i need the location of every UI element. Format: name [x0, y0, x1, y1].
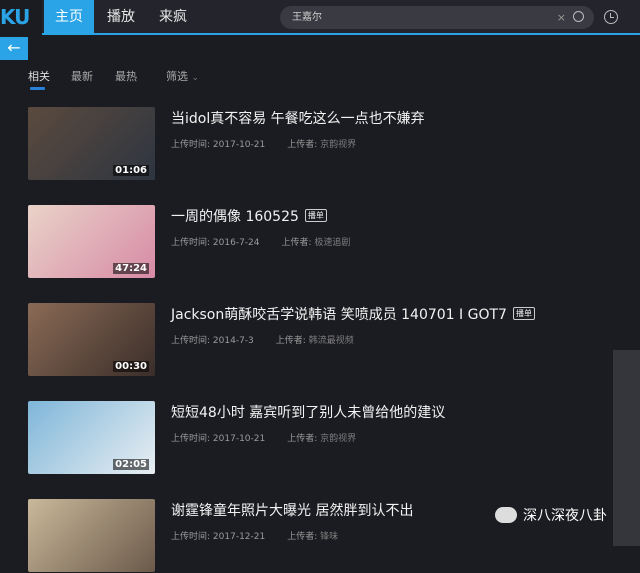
video-title[interactable]: 谢霆锋童年照片大曝光 居然胖到认不出	[171, 500, 413, 520]
history-clock-icon[interactable]	[604, 10, 618, 24]
video-title[interactable]: 一周的偶像 160525 播单	[171, 206, 327, 226]
tab-relevant[interactable]: 相关	[28, 68, 50, 84]
upload-date: 2017-10-21	[212, 434, 266, 444]
uploader-name[interactable]: 京韵视界	[320, 140, 356, 150]
search-value: 王嘉尔	[292, 12, 322, 23]
upload-date: 2017-10-21	[212, 140, 266, 150]
uploader-label: 上传者:	[281, 238, 312, 248]
wechat-icon	[495, 507, 517, 523]
video-row[interactable]: 47:24 一周的偶像 160525 播单 上传时间: 2016-7-24 上传者:…	[28, 205, 608, 279]
upload-time-label: 上传时间:	[171, 238, 211, 248]
video-meta: 上传时间: 2017-10-21 上传者: 京韵视界	[171, 137, 356, 150]
top-bar: KU 主页 播放 来疯 王嘉尔 ×	[0, 0, 640, 35]
video-title[interactable]: Jackson萌酥咬舌学说韩语 笑喷成员 140701 I GOT7 播单	[171, 304, 535, 324]
watermark-text: 深八深夜八卦	[523, 508, 607, 524]
upload-time-label: 上传时间:	[171, 434, 211, 444]
uploader-name[interactable]: 锋味	[320, 532, 338, 542]
video-thumbnail[interactable]: 00:30	[28, 303, 155, 376]
nav-laifeng[interactable]: 来疯	[150, 0, 196, 35]
playlist-badge: 播单	[512, 307, 535, 320]
logo[interactable]: KU	[0, 0, 42, 35]
video-title[interactable]: 短短48小时 嘉宾听到了别人未曾给他的建议	[171, 402, 445, 422]
duration: 47:24	[113, 263, 149, 274]
title-text: 一周的偶像 160525	[171, 209, 299, 225]
chevron-down-icon: ⌄	[191, 73, 200, 83]
upload-time-label: 上传时间:	[171, 532, 211, 542]
back-button[interactable]: ←	[0, 37, 28, 60]
search-icon[interactable]	[573, 11, 584, 22]
video-thumbnail[interactable]: 47:24	[28, 205, 155, 278]
watermark: 深八深夜八卦	[495, 505, 607, 525]
video-meta: 上传时间: 2016-7-24 上传者: 极速追剧	[171, 235, 350, 248]
uploader-name[interactable]: 极速追剧	[314, 238, 350, 248]
uploader-label: 上传者:	[287, 532, 318, 542]
tab-newest[interactable]: 最新	[71, 68, 93, 84]
video-meta: 上传时间: 2014-7-3 上传者: 韩流最视频	[171, 333, 354, 346]
upload-date: 2017-12-21	[212, 532, 266, 542]
duration: 00:30	[113, 361, 149, 372]
uploader-label: 上传者:	[287, 434, 318, 444]
uploader-name[interactable]: 韩流最视频	[309, 336, 354, 346]
search-input[interactable]: 王嘉尔 ×	[280, 6, 594, 29]
title-text: 谢霆锋童年照片大曝光 居然胖到认不出	[171, 503, 414, 519]
title-text: Jackson萌酥咬舌学说韩语 笑喷成员 140701 I GOT7	[171, 307, 507, 323]
video-meta: 上传时间: 2017-10-21 上传者: 京韵视界	[171, 431, 356, 444]
video-row[interactable]: 00:30 Jackson萌酥咬舌学说韩语 笑喷成员 140701 I GOT7…	[28, 303, 608, 377]
tab-filter[interactable]: 筛选 ⌄	[166, 68, 199, 84]
title-text: 短短48小时 嘉宾听到了别人未曾给他的建议	[171, 405, 446, 421]
upload-date: 2014-7-3	[212, 336, 254, 346]
filter-label: 筛选	[166, 70, 188, 83]
tab-hottest[interactable]: 最热	[115, 68, 137, 84]
upload-time-label: 上传时间:	[171, 336, 211, 346]
upload-date: 2016-7-24	[212, 238, 260, 248]
nav-play[interactable]: 播放	[98, 0, 144, 35]
nav-home[interactable]: 主页	[44, 0, 94, 35]
video-meta: 上传时间: 2017-12-21 上传者: 锋味	[171, 529, 338, 542]
video-row[interactable]: 01:06 当idol真不容易 午餐吃这么一点也不嫌弃 上传时间: 2017-1…	[28, 107, 608, 181]
upload-time-label: 上传时间:	[171, 140, 211, 150]
duration: 02:05	[113, 459, 149, 470]
title-text: 当idol真不容易 午餐吃这么一点也不嫌弃	[171, 111, 425, 127]
uploader-label: 上传者:	[287, 140, 318, 150]
video-row[interactable]: 02:05 短短48小时 嘉宾听到了别人未曾给他的建议 上传时间: 2017-1…	[28, 401, 608, 475]
playlist-badge: 播单	[304, 209, 327, 222]
video-thumbnail[interactable]: 02:05	[28, 401, 155, 474]
uploader-label: 上传者:	[275, 336, 306, 346]
uploader-name[interactable]: 京韵视界	[320, 434, 356, 444]
scrollbar[interactable]	[613, 350, 640, 546]
video-thumbnail[interactable]: 01:06	[28, 107, 155, 180]
video-thumbnail[interactable]	[28, 499, 155, 572]
active-tab-indicator	[30, 87, 45, 90]
video-title[interactable]: 当idol真不容易 午餐吃这么一点也不嫌弃	[171, 108, 425, 128]
duration: 01:06	[113, 165, 149, 176]
clear-icon[interactable]: ×	[557, 6, 566, 29]
